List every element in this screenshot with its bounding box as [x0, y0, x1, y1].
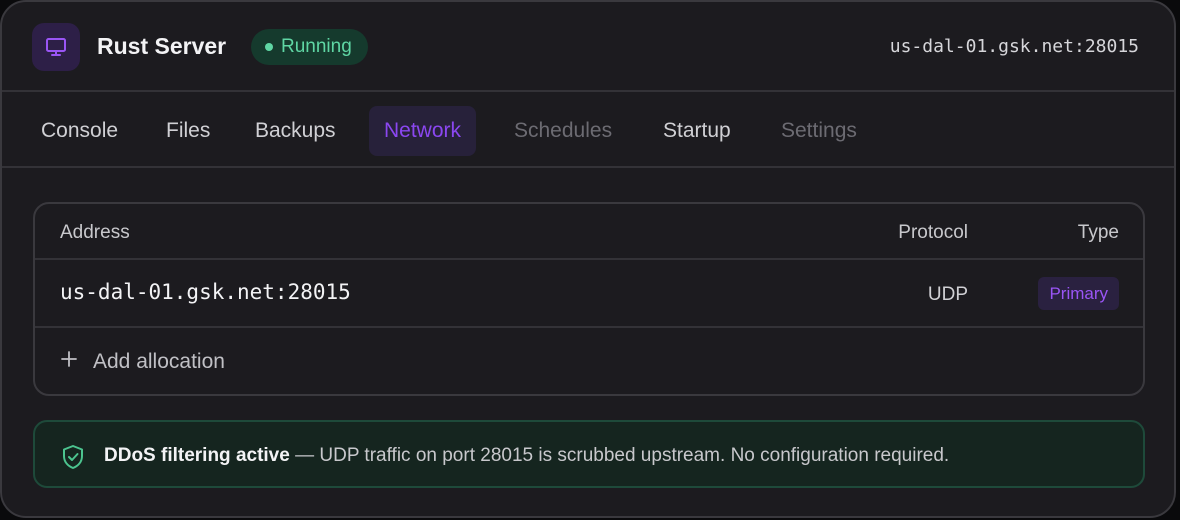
column-protocol: Protocol	[898, 222, 968, 243]
ddos-notice-text: DDoS filtering active — UDP traffic on p…	[104, 445, 949, 467]
shield-check-icon	[61, 444, 85, 475]
tab-settings[interactable]: Settings	[766, 106, 872, 156]
server-header: Rust Server Running us-dal-01.gsk.net:28…	[2, 2, 1174, 92]
tab-bar: Console Files Backups Network Schedules …	[2, 94, 1174, 168]
allocation-address: us-dal-01.gsk.net:28015	[60, 280, 351, 304]
tab-startup[interactable]: Startup	[648, 106, 746, 156]
plus-icon	[60, 350, 78, 374]
allocation-protocol: UDP	[927, 284, 968, 305]
status-dot-icon	[265, 43, 273, 51]
table-row: us-dal-01.gsk.net:28015 UDP Primary	[35, 260, 1143, 328]
tab-console[interactable]: Console	[26, 106, 133, 156]
add-allocation-label: Add allocation	[93, 350, 225, 373]
server-address: us-dal-01.gsk.net:28015	[889, 36, 1139, 57]
status-badge: Running	[251, 29, 368, 65]
tab-backups[interactable]: Backups	[240, 106, 351, 156]
status-label: Running	[281, 36, 352, 57]
column-type: Type	[1077, 222, 1119, 243]
add-allocation-button[interactable]: Add allocation	[60, 348, 225, 376]
server-name: Rust Server	[97, 33, 227, 59]
ddos-notice-message: — UDP traffic on port 28015 is scrubbed …	[289, 445, 950, 466]
tab-network[interactable]: Network	[369, 106, 477, 156]
column-address: Address	[60, 222, 130, 243]
allocations-table: Address Protocol Type us-dal-01.gsk.net:…	[33, 202, 1145, 396]
tab-files[interactable]: Files	[151, 106, 225, 156]
table-header: Address Protocol Type	[35, 204, 1143, 260]
server-panel: Rust Server Running us-dal-01.gsk.net:28…	[0, 0, 1176, 518]
tab-schedules[interactable]: Schedules	[499, 106, 627, 156]
type-badge: Primary	[1038, 277, 1119, 310]
ddos-notice-title: DDoS filtering active	[104, 445, 290, 466]
ddos-notice: DDoS filtering active — UDP traffic on p…	[33, 420, 1145, 488]
monitor-icon	[32, 23, 80, 71]
